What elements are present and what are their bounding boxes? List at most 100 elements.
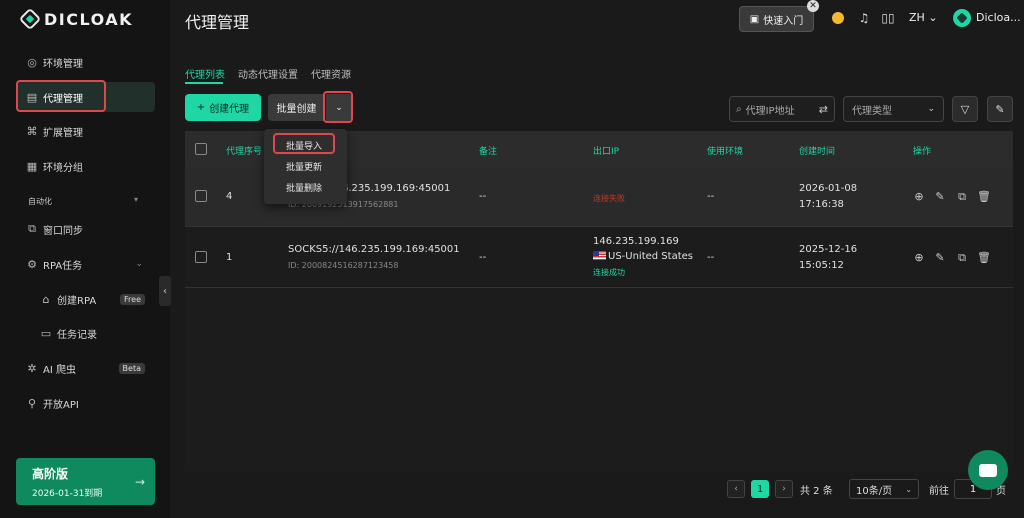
clear-button[interactable]: ✎ [987,96,1013,122]
row-country-label: US-United States [608,251,693,262]
sidebar-item-create-rpa[interactable]: ⌂ 创建RPA Free [16,284,155,314]
sidebar-item-label: 创建RPA [57,295,97,307]
quick-start-button[interactable]: ▣ 快速入门 [739,6,814,32]
book-open-icon[interactable]: ▯▯ [881,11,895,25]
column-header-note: 备注 [479,147,498,157]
row-proxy-address: 6.235.199.169:45001 [342,183,451,194]
avatar[interactable] [953,9,971,27]
page-size-select[interactable]: 10条/页 ⌄ [849,479,919,499]
column-header-actions: 操作 [913,147,932,157]
sidebar-item-label: 环境分组 [43,162,83,174]
trash-icon[interactable]: 🗑 [977,251,991,264]
sidebar-item-ai-crawler[interactable]: ✲ AI 爬虫 Beta [16,353,155,383]
row-environment: -- [707,252,715,263]
premium-card[interactable]: 高阶版 2026-01-31到期 → [16,458,155,505]
proxy-type-placeholder: 代理类型 [852,105,892,117]
close-icon[interactable]: ✕ [807,0,819,12]
proxy-ip-search[interactable]: ⌕ 代理IP地址 ⇄ [729,96,835,122]
extension-icon: ⌘ [26,124,38,138]
highlight-box-batch-toggle [323,91,353,123]
sidebar-item-label: 环境管理 [43,58,83,70]
robot-icon: ⚙ [27,257,37,271]
search-placeholder: 代理IP地址 [745,105,795,117]
free-badge: Free [120,293,145,305]
app-root: DICLOAK ◎ 环境管理 ▤ 代理管理 ⌘ 扩展管理 ▦ 环境分组 自动化 … [0,0,1024,518]
highlight-box-batch-import [273,133,335,154]
theme-toggle-icon[interactable] [831,11,845,25]
zoom-icon[interactable]: ⊕ [913,190,925,203]
swap-icon[interactable]: ⇄ [819,103,828,116]
page-size-label: 10条/页 [856,485,893,497]
user-name[interactable]: Dicloa... [976,11,1021,24]
sidebar-item-group[interactable]: ▦ 环境分组 [16,151,155,181]
prev-page-button[interactable]: ‹ [727,480,745,498]
row-created-time: 15:05:12 [799,260,844,271]
tab-proxy-list[interactable]: 代理列表 [185,66,225,81]
bell-icon[interactable]: ♫ [857,11,871,25]
sidebar: DICLOAK ◎ 环境管理 ▤ 代理管理 ⌘ 扩展管理 ▦ 环境分组 自动化 … [0,0,170,518]
row-note: -- [479,191,487,202]
sidebar-item-extension[interactable]: ⌘ 扩展管理 [16,116,155,146]
table-row[interactable]: 1 SOCKS5://146.235.199.169:45001 ID: 200… [185,228,1013,288]
sidebar-collapse-button[interactable]: ‹ [159,276,171,306]
trash-icon[interactable]: 🗑 [977,190,991,203]
plus-icon: + [196,102,206,113]
sidebar-item-environment[interactable]: ◎ 环境管理 [16,47,155,77]
row-checkbox[interactable] [195,251,207,263]
globe-icon: ◎ [27,55,37,69]
sidebar-item-label: 扩展管理 [43,127,83,139]
sidebar-item-task-log[interactable]: ▭ 任务记录 [16,318,155,348]
premium-expiry: 2026-01-31到期 [32,489,103,499]
active-tab-indicator [185,82,223,84]
zoom-icon[interactable]: ⊕ [913,251,925,264]
tab-proxy-resources[interactable]: 代理资源 [311,66,351,81]
row-status: 连接成功 [593,268,625,277]
highlight-box-proxy [16,80,106,112]
us-flag-icon [593,251,606,260]
filter-button[interactable]: ▽ [952,96,978,122]
batch-create-button[interactable]: 批量创建 [268,94,325,121]
language-selector[interactable]: ZH ⌄ [909,11,938,24]
menu-item-batch-update[interactable]: 批量更新 [286,160,322,173]
row-checkbox[interactable] [195,190,207,202]
document-icon: ▭ [40,326,52,340]
page-title: 代理管理 [185,13,250,32]
column-header-created: 创建时间 [799,147,836,157]
tab-dynamic-proxy-settings[interactable]: 动态代理设置 [238,66,298,81]
sidebar-item-open-api[interactable]: ⚲ 开放API [16,388,155,418]
row-exit-ip: 146.235.199.169 [593,236,679,247]
sidebar-item-label: RPA任务 [43,260,83,272]
column-header-seq: 代理序号 [226,147,263,157]
filter-icon: ▽ [960,102,970,116]
sync-icon: ⧉ [28,222,36,235]
create-proxy-label: 创建代理 [209,104,250,115]
sidebar-item-window-sync[interactable]: ⧉ 窗口同步 [16,214,155,244]
chevron-down-icon: ⌄ [905,484,912,494]
quick-start-label: 快速入门 [763,15,804,27]
beta-badge: Beta [118,362,145,374]
copy-icon[interactable]: ⧉ [956,251,968,265]
edit-icon[interactable]: ✎ [934,251,946,264]
book-icon: ▣ [749,13,760,25]
chevron-right-icon: › [782,484,786,494]
chevron-down-icon: ⌄ [928,11,938,24]
proxy-type-select[interactable]: 代理类型 ⌄ [843,96,944,122]
next-page-button[interactable]: › [775,480,793,498]
sidebar-item-label: 窗口同步 [43,225,83,237]
chevron-left-icon: ‹ [163,285,167,297]
row-created-time: 17:16:38 [799,199,844,210]
create-proxy-button[interactable]: + 创建代理 [185,94,261,121]
select-all-checkbox[interactable] [195,143,207,155]
premium-title: 高阶版 [32,467,69,481]
row-proxy-id: ID: 2000824516287123458 [288,261,399,270]
menu-item-batch-delete[interactable]: 批量删除 [286,181,322,194]
store-icon: ⌂ [42,292,50,306]
page-number-current[interactable]: 1 [751,480,769,498]
spider-icon: ✲ [27,361,37,375]
sidebar-item-rpa[interactable]: ⚙ RPA任务 ⌄ [16,249,155,279]
chat-support-button[interactable] [968,450,1008,490]
chevron-down-icon[interactable]: ▾ [134,195,138,204]
copy-icon[interactable]: ⧉ [956,190,968,204]
edit-icon[interactable]: ✎ [934,190,946,203]
row-environment: -- [707,191,715,202]
